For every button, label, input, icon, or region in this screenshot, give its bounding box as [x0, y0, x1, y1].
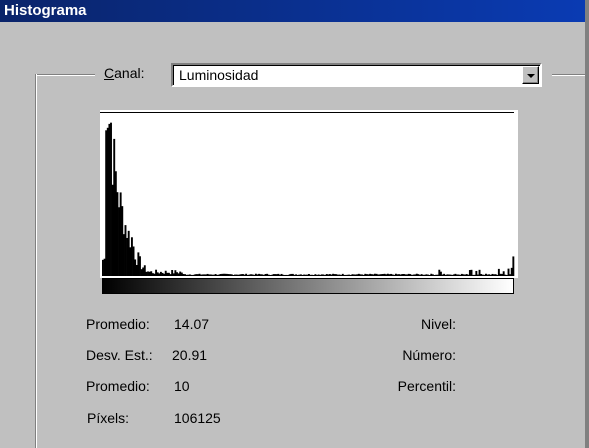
stddev-label: Desv. Est.:: [86, 347, 153, 363]
window-title-bar[interactable]: Histograma: [0, 0, 585, 22]
channel-label-mnemonic: C: [104, 65, 115, 81]
channel-label-rest: anal:: [114, 65, 145, 81]
group-border-left: [35, 74, 37, 448]
group-border-top-right: [552, 74, 585, 76]
group-border-top-left: [35, 74, 95, 76]
dropdown-button[interactable]: [522, 66, 539, 84]
channel-label: Canal:: [104, 65, 144, 81]
median-value: 10: [174, 378, 190, 394]
channel-select[interactable]: Luminosidad: [171, 63, 542, 87]
median-label: Promedio:: [86, 378, 150, 394]
histogram-bar: [512, 256, 515, 276]
mean-value: 14.07: [174, 316, 210, 332]
percentile-label: Percentil:: [397, 378, 456, 394]
pixels-label: Píxels:: [87, 410, 130, 426]
mean-label: Promedio:: [86, 316, 150, 332]
histogram-background: [100, 110, 518, 278]
window-title: Histograma: [4, 2, 87, 19]
level-label: Nivel:: [420, 316, 456, 332]
chevron-down-icon: [527, 74, 535, 78]
histogram-chart[interactable]: [100, 110, 518, 278]
channel-select-value: Luminosidad: [179, 67, 259, 83]
window-edge: [585, 0, 589, 448]
luminosity-gradient-bar: [102, 278, 514, 294]
pixels-value: 106125: [174, 410, 221, 426]
count-label: Número:: [402, 347, 456, 363]
stddev-value: 20.91: [172, 347, 208, 363]
